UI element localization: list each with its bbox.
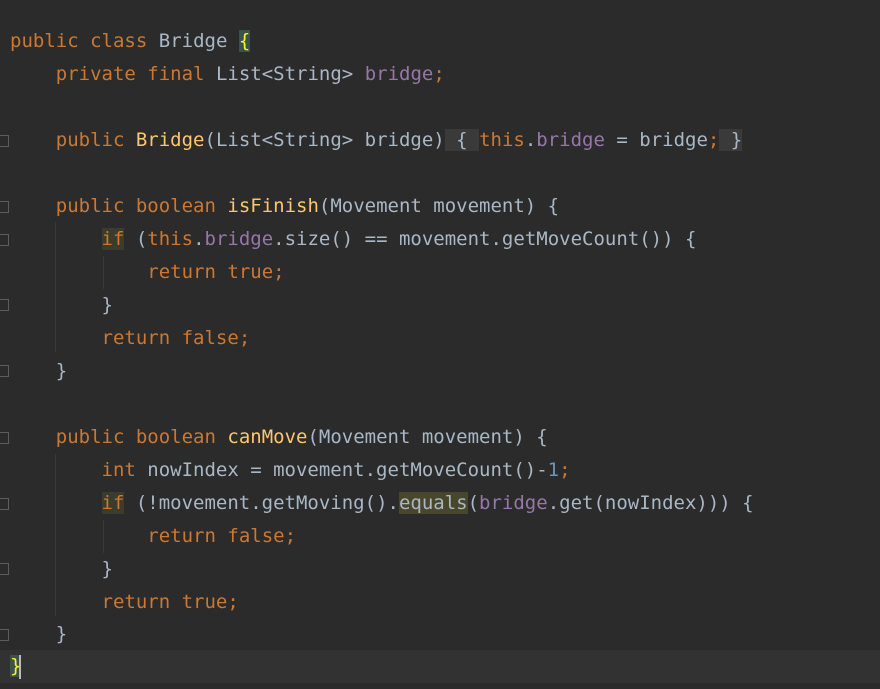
keyword: public [55, 426, 125, 448]
assignment: = bridge [604, 129, 708, 151]
semicolon: ; [227, 591, 239, 613]
code-text: .size() == movement.getMoveCount()) { [273, 228, 697, 250]
keyword: private [55, 63, 136, 85]
code-line-17[interactable]: } [10, 650, 22, 683]
matched-brace: { [238, 30, 251, 52]
keyword: return [147, 261, 216, 283]
fold-marker-icon[interactable] [0, 629, 9, 641]
keyword: public [10, 30, 79, 52]
type-name: List<String> [215, 63, 354, 85]
code-line-15[interactable]: return true; [10, 586, 239, 619]
brace: } [730, 129, 743, 151]
field-name: bridge [536, 129, 605, 151]
keyword: class [90, 30, 148, 52]
class-name: Bridge [158, 30, 228, 52]
semicolon: ; [284, 525, 297, 547]
current-line-highlight [0, 650, 880, 683]
keyword: return [101, 591, 171, 613]
code-line-8[interactable]: return false; [10, 322, 251, 355]
code-line-14[interactable]: } [10, 553, 113, 586]
number-literal: 1 [547, 459, 560, 481]
code-line-7[interactable]: } [10, 289, 113, 322]
fold-marker-icon[interactable] [0, 365, 9, 377]
keyword: this [147, 228, 194, 250]
code-line-5[interactable]: if (this.bridge.size() == movement.getMo… [10, 223, 696, 256]
method-call-highlight: equals [398, 492, 468, 514]
code-line-1[interactable]: public class Bridge { [10, 25, 251, 58]
field-name: bridge [204, 228, 274, 250]
method-name: canMove [227, 426, 308, 448]
keyword: false [181, 327, 239, 349]
code-text: ( [124, 228, 148, 250]
keyword: public [55, 195, 125, 217]
brace: { [456, 129, 468, 151]
brace: } [55, 360, 68, 382]
code-text: nowIndex = movement.getMoveCount()- [135, 459, 548, 481]
dot: . [193, 228, 205, 250]
folded-region[interactable]: } [719, 129, 743, 151]
brace: } [101, 294, 113, 316]
keyword: int [101, 459, 136, 481]
semicolon: ; [707, 129, 720, 151]
keyword: boolean [135, 426, 216, 448]
code-text: .get(nowIndex))) { [547, 492, 754, 514]
folded-region[interactable]: { [444, 129, 480, 151]
parameters: (Movement movement) { [307, 426, 548, 448]
semicolon: ; [559, 459, 571, 481]
fold-marker-icon[interactable] [0, 299, 9, 311]
fold-marker-icon[interactable] [0, 234, 9, 246]
brace: } [55, 623, 68, 645]
code-line-11[interactable]: int nowIndex = movement.getMoveCount()-1… [10, 454, 571, 487]
fold-marker-icon[interactable] [0, 135, 9, 147]
editor-gutter [0, 0, 10, 689]
fold-marker-icon[interactable] [0, 432, 9, 444]
code-line-6[interactable]: return true; [10, 256, 285, 289]
code-text: ( [467, 492, 480, 514]
dot: . [524, 129, 537, 151]
fold-marker-icon[interactable] [0, 563, 9, 575]
parameters: (List<String> bridge) [204, 129, 445, 151]
keyword: true [181, 591, 228, 613]
keyword: false [227, 525, 285, 547]
semicolon: ; [273, 261, 285, 283]
fold-marker-icon[interactable] [0, 498, 9, 510]
constructor-name: Bridge [135, 129, 205, 151]
keyword: final [147, 63, 205, 85]
code-editor[interactable]: public class Bridge { private final List… [0, 0, 880, 689]
code-text: (!movement.getMoving(). [124, 492, 399, 514]
keyword: return [147, 525, 216, 547]
code-line-4[interactable]: public boolean isFinish(Movement movemen… [10, 190, 559, 223]
code-line-12[interactable]: if (!movement.getMoving().equals(bridge.… [10, 487, 754, 520]
field-name: bridge [479, 492, 548, 514]
keyword: boolean [135, 195, 216, 217]
keyword: if [101, 492, 125, 514]
keyword: this [479, 129, 525, 151]
parameters: (Movement movement) { [318, 195, 560, 217]
text-caret [19, 654, 22, 679]
brace: } [101, 558, 113, 580]
fold-marker-icon[interactable] [0, 201, 9, 213]
keyword: return [101, 327, 171, 349]
keyword: public [55, 129, 125, 151]
code-line-3[interactable]: public Bridge(List<String> bridge) { thi… [10, 124, 743, 157]
keyword: true [227, 261, 274, 283]
field-name: bridge [364, 63, 434, 85]
method-name: isFinish [227, 195, 319, 217]
code-line-2[interactable]: private final List<String> bridge; [10, 58, 445, 91]
code-line-10[interactable]: public boolean canMove(Movement movement… [10, 421, 548, 454]
code-line-9[interactable]: } [10, 355, 67, 388]
keyword: if [101, 228, 125, 250]
code-line-13[interactable]: return false; [10, 520, 296, 553]
semicolon: ; [238, 327, 251, 349]
code-line-16[interactable]: } [10, 618, 67, 651]
semicolon: ; [433, 63, 445, 85]
